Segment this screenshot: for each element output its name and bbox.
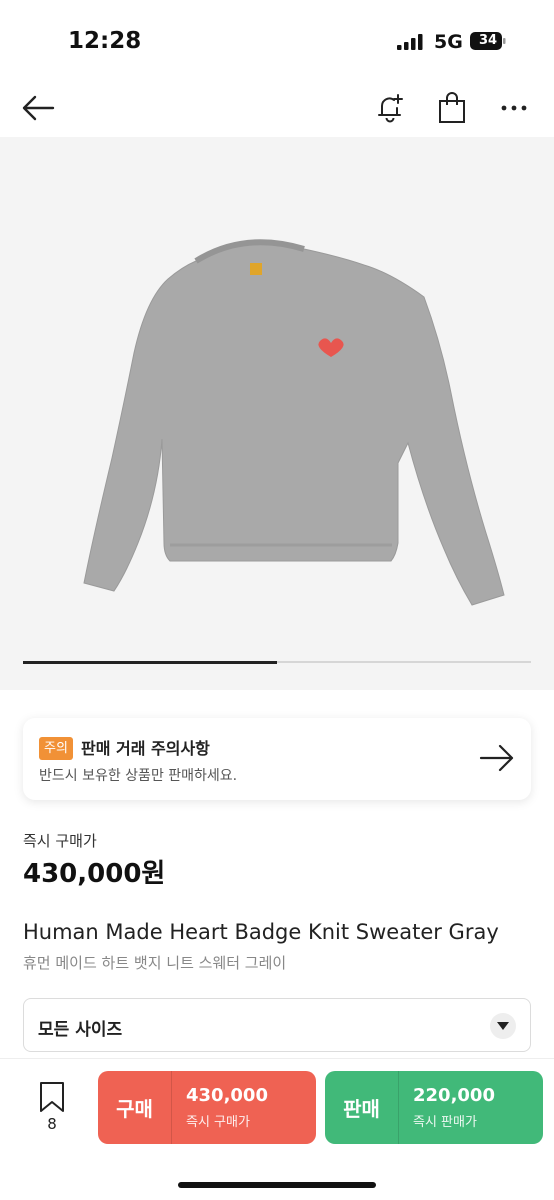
instant-buy-price: 430,000원 xyxy=(23,859,166,889)
more-icon[interactable] xyxy=(496,90,532,126)
product-name-en: Human Made Heart Badge Knit Sweater Gray xyxy=(23,920,499,944)
back-arrow-icon[interactable] xyxy=(20,90,56,126)
product-name-ko: 휴먼 메이드 하트 뱃지 니트 스웨터 그레이 xyxy=(23,954,287,972)
bookmark-icon xyxy=(40,1082,64,1112)
bell-plus-icon[interactable] xyxy=(372,90,408,126)
buy-button[interactable]: 구매 430,000 즉시 구매가 xyxy=(98,1071,316,1144)
sell-price-caption: 즉시 판매가 xyxy=(413,1115,477,1130)
shopping-bag-icon[interactable] xyxy=(434,90,470,126)
status-time: 12:28 xyxy=(68,28,142,54)
sale-notice-card[interactable]: 주의 판매 거래 주의사항 반드시 보유한 상품만 판매하세요. xyxy=(23,718,531,800)
notice-title: 판매 거래 주의사항 xyxy=(81,739,210,758)
status-bar: 12:28 5G 34 xyxy=(0,0,554,80)
buy-price: 430,000 xyxy=(186,1085,268,1106)
buy-price-caption: 즉시 구매가 xyxy=(186,1115,250,1130)
bookmark-button[interactable]: 8 xyxy=(30,1081,74,1141)
instant-buy-price-label: 즉시 구매가 xyxy=(23,832,97,850)
product-gallery[interactable] xyxy=(0,137,554,690)
product-image xyxy=(83,239,505,606)
bottom-action-bar: 8 구매 430,000 즉시 구매가 판매 220,000 즉시 판매가 xyxy=(0,1058,554,1200)
gallery-progress xyxy=(23,660,531,664)
sell-label: 판매 xyxy=(343,1097,380,1121)
size-select-value: 모든 사이즈 xyxy=(38,1020,123,1040)
chevron-down-icon xyxy=(490,1013,516,1039)
notice-badge: 주의 xyxy=(39,737,73,760)
battery-level: 34 xyxy=(478,33,498,48)
sell-price: 220,000 xyxy=(413,1085,495,1106)
nav-bar xyxy=(0,80,554,136)
bookmark-count: 8 xyxy=(47,1115,57,1133)
buy-divider xyxy=(171,1071,172,1144)
buy-label: 구매 xyxy=(116,1097,153,1121)
notice-subtitle: 반드시 보유한 상품만 판매하세요. xyxy=(39,768,238,784)
sell-divider xyxy=(398,1071,399,1144)
network-type: 5G xyxy=(434,31,463,53)
sell-button[interactable]: 판매 220,000 즉시 판매가 xyxy=(325,1071,543,1144)
arrow-right-icon[interactable] xyxy=(477,742,517,774)
size-select[interactable]: 모든 사이즈 xyxy=(23,998,531,1052)
gallery-progress-fill xyxy=(23,660,277,664)
home-indicator xyxy=(178,1182,376,1188)
signal-icon xyxy=(397,34,423,50)
